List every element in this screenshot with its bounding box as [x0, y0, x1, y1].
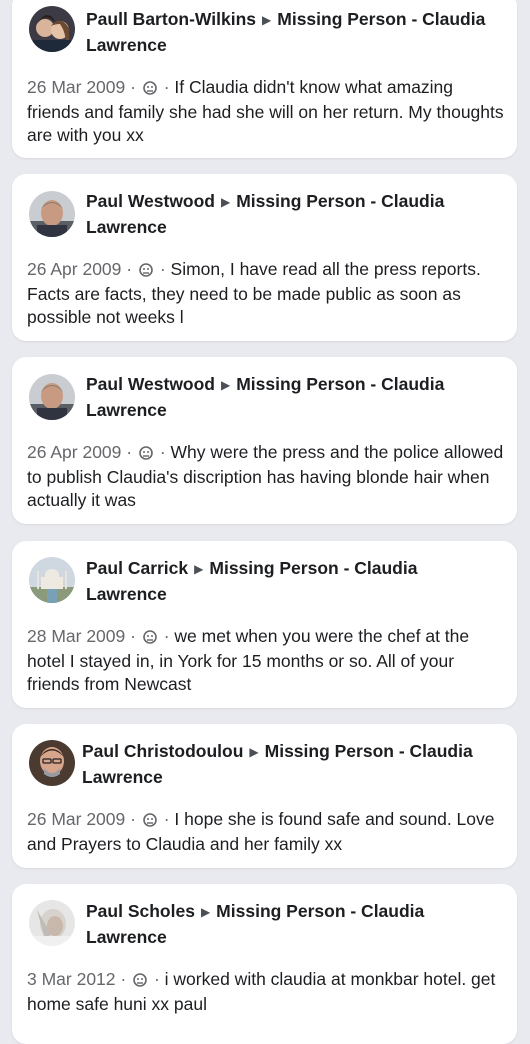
arrow-right-icon: ▶: [262, 13, 272, 27]
post-body: 26 Apr 2009 · · Simon, I have read all t…: [27, 259, 481, 327]
avatar[interactable]: [29, 900, 75, 946]
post-body: 3 Mar 2012 · · i worked with claudia at …: [27, 969, 496, 1014]
post-header: Paul Westwood ▶ Missing Person - Claudia L…: [86, 372, 503, 422]
avatar[interactable]: [29, 557, 75, 603]
arrow-right-icon: ▶: [221, 195, 231, 209]
post-body: 28 Mar 2009 · · we met when you were the…: [27, 626, 470, 694]
avatar[interactable]: [29, 6, 75, 52]
arrow-right-icon: ▶: [200, 905, 211, 919]
author-name[interactable]: Paul Westwood: [86, 191, 215, 211]
author-name[interactable]: Paul Scholes: [86, 901, 195, 921]
author-name[interactable]: Paul Westwood: [86, 374, 215, 394]
post-card[interactable]: Paul Christodoulou ▶ Missing Person - Clau…: [12, 724, 517, 868]
post-header: Paul Christodoulou ▶ Missing Person - Clau…: [82, 739, 503, 789]
privacy-icon: [143, 810, 157, 833]
post-body: 26 Mar 2009 · · If Claudia didn't know w…: [27, 77, 504, 145]
privacy-icon: [143, 78, 157, 101]
post-header: Paul Westwood ▶ Missing Person - Claudia L…: [86, 189, 503, 239]
avatar[interactable]: [29, 740, 75, 786]
post-date[interactable]: 26 Mar 2009: [27, 809, 125, 829]
privacy-icon: [133, 970, 147, 993]
author-name[interactable]: Paull Barton-Wilkins: [86, 9, 256, 29]
post-card[interactable]: Paul Westwood ▶ Missing Person - Claudia L…: [12, 357, 517, 524]
post-body: 26 Mar 2009 · · I hope she is found safe…: [27, 809, 495, 854]
author-name[interactable]: Paul Carrick: [86, 558, 188, 578]
avatar[interactable]: [29, 374, 75, 420]
arrow-right-icon: ▶: [221, 378, 231, 392]
post-card[interactable]: Paul Scholes ▶ Missing Person - Claudia La…: [12, 884, 517, 1044]
post-header: Paull Barton-Wilkins ▶ Missing Person - Cl…: [86, 7, 503, 57]
post-card[interactable]: Paull Barton-Wilkins ▶ Missing Person - Cl…: [12, 0, 517, 158]
post-card[interactable]: Paul Westwood ▶ Missing Person - Claudia L…: [12, 174, 517, 341]
author-name[interactable]: Paul Christodoulou: [82, 741, 243, 761]
post-date[interactable]: 28 Mar 2009: [27, 626, 125, 646]
arrow-right-icon: ▶: [249, 745, 259, 759]
arrow-right-icon: ▶: [194, 562, 204, 576]
post-body: 26 Apr 2009 · · Why were the press and t…: [27, 442, 504, 510]
post-date[interactable]: 26 Apr 2009: [27, 259, 121, 279]
post-card[interactable]: Paul Carrick ▶ Missing Person - Claudia La…: [12, 541, 517, 708]
post-header: Paul Scholes ▶ Missing Person - Claudia La…: [86, 899, 503, 949]
post-date[interactable]: 26 Apr 2009: [27, 442, 121, 462]
privacy-icon: [139, 443, 153, 466]
privacy-icon: [139, 260, 153, 283]
post-header: Paul Carrick ▶ Missing Person - Claudia La…: [86, 556, 503, 606]
post-date[interactable]: 3 Mar 2012: [27, 969, 116, 989]
avatar[interactable]: [29, 191, 75, 237]
privacy-icon: [143, 627, 157, 650]
post-date[interactable]: 26 Mar 2009: [27, 77, 125, 97]
